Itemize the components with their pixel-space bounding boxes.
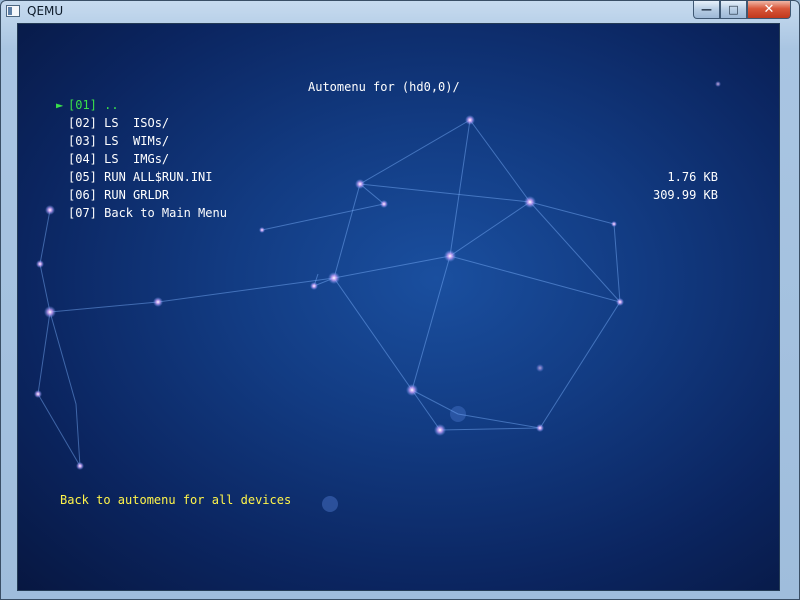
title-bar[interactable]: QEMU — □ ✕ <box>1 1 799 23</box>
menu-item-07[interactable]: [07] Back to Main Menu <box>56 204 776 222</box>
menu-item-label: [03] LS WIMs/ <box>68 134 170 148</box>
window-title: QEMU <box>27 4 64 18</box>
close-button[interactable]: ✕ <box>747 1 791 19</box>
menu-item-06[interactable]: [06] RUN GRLDR 309.99 KB <box>56 186 776 204</box>
menu-item-size: 1.76 KB <box>667 170 718 184</box>
menu-item-label: [06] RUN GRLDR <box>68 188 170 202</box>
menu-item-size: 309.99 KB <box>652 188 718 202</box>
automenu-header: Automenu for (hd0,0)/ <box>308 80 460 94</box>
menu-item-05[interactable]: [05] RUN ALL$RUN.INI 1.76 KB <box>56 168 776 186</box>
menu-hint-text: Back to automenu for all devices <box>60 493 292 507</box>
menu-item-04[interactable]: [04] LS IMGs/ <box>56 150 776 168</box>
menu-item-label: [05] RUN ALL$RUN.INI <box>68 170 213 184</box>
menu-item-label: [07] Back to Main Menu <box>68 206 227 220</box>
window-controls: — □ ✕ <box>693 1 791 21</box>
qemu-window: QEMU — □ ✕ Automenu for (hd0,0)/ ► [01] … <box>0 0 800 600</box>
menu-item-03[interactable]: [03] LS WIMs/ <box>56 132 776 150</box>
maximize-button[interactable]: □ <box>720 1 747 19</box>
triangle-right-icon: ► <box>56 98 64 112</box>
qemu-window-icon[interactable] <box>6 5 20 17</box>
menu-item-label: [01] .. <box>68 98 119 112</box>
menu-item-02[interactable]: [02] LS ISOs/ <box>56 114 776 132</box>
menu-item-01[interactable]: ► [01] .. <box>56 96 776 114</box>
menu-item-label: [04] LS IMGs/ <box>68 152 170 166</box>
minimize-button[interactable]: — <box>693 1 720 19</box>
menu-item-label: [02] LS ISOs/ <box>68 116 170 130</box>
vm-screen[interactable]: Automenu for (hd0,0)/ ► [01] .. [02] LS … <box>17 23 780 591</box>
boot-menu: ► [01] .. [02] LS ISOs/ [03] LS WIMs/ [0… <box>56 96 776 222</box>
